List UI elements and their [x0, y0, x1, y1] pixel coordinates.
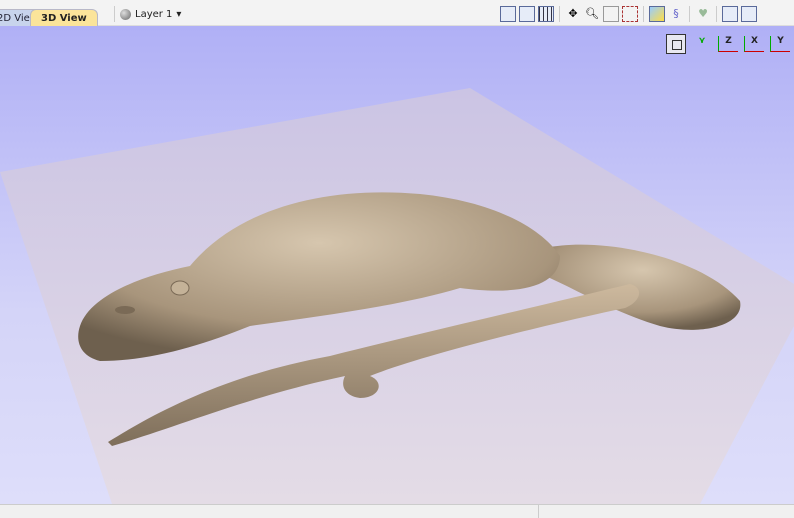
layer-dropdown[interactable]: Layer 1 ▾	[114, 6, 181, 22]
layout-horizontal-icon[interactable]	[722, 6, 738, 22]
pan-icon[interactable]: ✥	[565, 6, 581, 22]
fit-view-icon[interactable]	[500, 6, 516, 22]
side-view-y-button[interactable]: Y	[770, 36, 790, 52]
top-toolbar: 2D View 3D View Layer 1 ▾ ✥ 🔍︎ § ♥	[0, 0, 794, 26]
beaver-eye	[115, 306, 135, 314]
layout-vertical-icon[interactable]	[741, 6, 757, 22]
grid-icon[interactable]	[538, 6, 554, 22]
iso-axes-icon[interactable]: ⋎	[692, 36, 712, 52]
layer-sphere-icon	[120, 8, 131, 20]
status-bar	[0, 504, 794, 518]
render-icon[interactable]	[649, 6, 665, 22]
layer-label: Layer 1	[135, 8, 173, 20]
top-view-z-button[interactable]: Z	[718, 36, 738, 52]
wireframe-icon[interactable]: §	[668, 6, 684, 22]
view-tools: ✥ 🔍︎ § ♥	[500, 6, 757, 22]
view-orientation-controls: ⋎ Z X Y	[666, 34, 790, 54]
split-view-icon[interactable]	[519, 6, 535, 22]
zoom-icon[interactable]: 🔍︎	[584, 6, 600, 22]
chevron-down-icon: ▾	[176, 8, 182, 20]
iso-view-button[interactable]	[666, 34, 686, 54]
scene	[0, 88, 794, 504]
tab-3d-view[interactable]: 3D View	[30, 9, 98, 26]
shade-icon[interactable]: ♥	[695, 6, 711, 22]
beaver-ear	[170, 280, 190, 296]
zoom-extents-icon[interactable]	[603, 6, 619, 22]
zoom-box-icon[interactable]	[622, 6, 638, 22]
front-view-x-button[interactable]: X	[744, 36, 764, 52]
3d-viewport[interactable]	[0, 26, 794, 504]
